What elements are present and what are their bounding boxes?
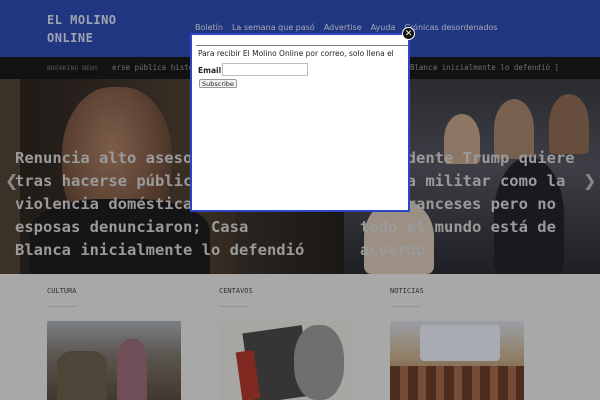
subscribe-modal: Para recibir El Molino Online por correo…	[190, 33, 410, 212]
close-icon[interactable]: ✕	[402, 27, 415, 40]
email-label: Email	[198, 66, 222, 75]
modal-intro-text: Para recibir El Molino Online por correo…	[198, 49, 394, 58]
subscribe-button[interactable]: Subscribe	[199, 79, 237, 88]
email-field[interactable]	[222, 63, 308, 76]
modal-divider	[196, 45, 408, 46]
